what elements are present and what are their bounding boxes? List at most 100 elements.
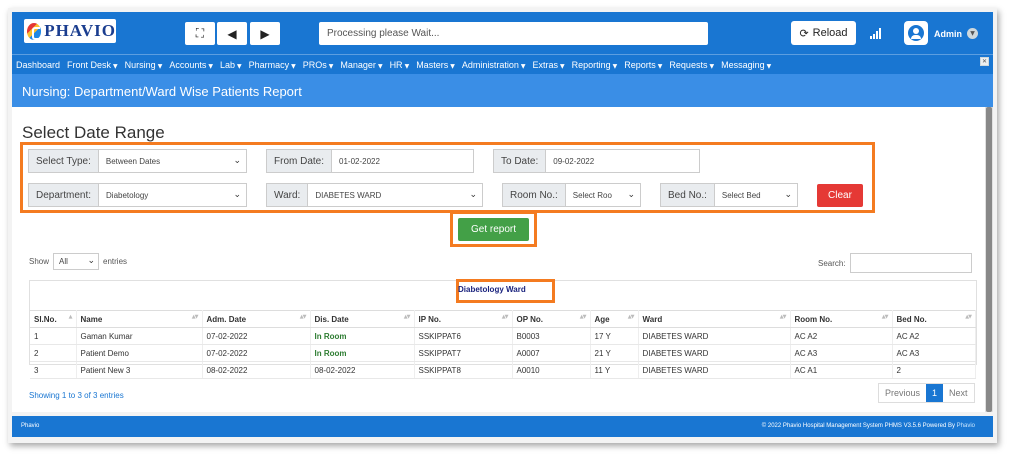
patients-table-container: Diabetology Ward Sl.No. ▲ Name ▲▼ Adm. Dat… [29,279,977,379]
select-type-dropdown[interactable]: Select Type: Between Dates ⌄ [28,149,247,173]
bed-dropdown[interactable]: Bed No.: Select Bed ⌄ [660,183,798,207]
reload-button[interactable]: ⟳ Reload [791,21,856,45]
department-label: Department: [29,184,100,206]
cell-room-no: AC A2 [790,327,893,345]
caret-down-icon: ▼ [520,62,526,70]
column-header[interactable]: Adm. Date ▲▼ [202,310,311,328]
room-text: Select Roo [572,190,612,200]
footer-copyright: © 2022 Phavio Hospital Management System… [762,423,975,429]
cell-sl-no: 1 [30,327,77,345]
ward-caption: Diabetology Ward [458,285,526,294]
arrow-right-icon: ▶ [260,26,270,41]
sort-icon: ▲▼ [881,314,889,320]
menu-hr[interactable]: HR ▼ [390,60,410,70]
search-input[interactable] [849,253,972,273]
caret-down-icon: ▼ [157,62,163,70]
chevron-down-icon: ⌄ [233,156,241,166]
caret-down-icon: ▼ [560,62,565,70]
arrow-left-icon: ◀ [227,26,237,41]
footer-brand-link[interactable]: Phavio [957,423,975,429]
app-window: PHAVIO ⛶ ◀ ▶ Processing please Wait... ⟳… [8,8,997,443]
column-label: OP No. [516,314,544,324]
column-header[interactable]: IP No. ▲▼ [414,310,513,328]
bed-label: Bed No.: [661,184,715,206]
column-header[interactable]: Dis. Date ▲▼ [310,310,415,328]
menu-label: Masters [416,59,449,70]
room-dropdown[interactable]: Room No.: Select Roo ⌄ [502,183,641,207]
to-date-field[interactable]: To Date: 09-02-2022 [493,149,700,173]
menu-messaging[interactable]: Messaging ▼ [721,60,771,70]
ward-dropdown[interactable]: Ward: DIABETES WARD ⌄ [266,183,483,207]
column-header[interactable]: Room No. ▲▼ [790,310,893,328]
column-header[interactable]: Age ▲▼ [590,310,639,328]
menu-extras[interactable]: Extras ▼ [532,60,564,70]
menu-label: Dashboard [16,59,61,70]
page-length-control: Show All ⌄ entries [29,253,127,270]
user-avatar[interactable] [904,21,928,45]
column-header[interactable]: Bed No. ▲▼ [892,310,976,328]
department-dropdown[interactable]: Department: Diabetology ⌄ [28,183,247,207]
section-title: Select Date Range [22,123,165,142]
menu-nursing[interactable]: Nursing ▼ [125,60,163,70]
chevron-down-icon[interactable]: ▼ [967,28,978,39]
back-button[interactable]: ◀ [217,22,247,45]
column-header[interactable]: Sl.No. ▲ [30,310,77,328]
column-label: Age [594,314,610,324]
table-search: Search: [818,253,972,273]
vertical-scrollbar[interactable] [985,107,993,412]
next-page-button[interactable]: Next [943,384,974,402]
cell-ip-no: SSKIPPAT8 [414,361,513,379]
entries-select[interactable]: All ⌄ [53,253,100,270]
logo-text: PHAVIO [44,21,116,40]
pagination: Previous 1 Next [878,383,975,403]
fullscreen-button[interactable]: ⛶ [185,22,215,45]
menu-label: Lab [219,59,235,70]
menu-dashboard[interactable]: Dashboard [16,60,60,70]
to-date-label: To Date: [494,150,547,172]
close-icon[interactable]: ✕ [980,57,989,66]
cell-age: 17 Y [590,327,639,345]
menu-front-desk[interactable]: Front Desk ▼ [67,60,118,70]
column-label: Name [80,314,103,324]
menu-reporting[interactable]: Reporting ▼ [572,60,618,70]
menu-manager[interactable]: Manager ▼ [340,60,382,70]
column-header[interactable]: OP No. ▲▼ [512,310,591,328]
clear-button[interactable]: Clear [817,184,863,207]
page-1-button[interactable]: 1 [926,384,944,402]
caret-down-icon: ▼ [328,62,334,70]
get-report-button[interactable]: Get report [458,218,529,241]
menu-masters[interactable]: Masters ▼ [416,60,455,70]
cell-name: Patient Demo [76,344,203,362]
menu-label: PROs [302,59,327,70]
menu-label: Nursing [124,59,156,70]
menu-reports[interactable]: Reports ▼ [624,60,662,70]
menu-requests[interactable]: Requests ▼ [669,60,714,70]
menu-label: Pharmacy [248,59,290,70]
cell-ward: DIABETES WARD [638,344,791,362]
cell-ip-no: SSKIPPAT6 [414,327,513,345]
sort-icon: ▲▼ [779,314,787,320]
from-date-value: 01-02-2022 [332,150,473,172]
sort-icon: ▲▼ [191,314,199,320]
chevron-down-icon: ⌄ [233,190,241,200]
menu-accounts[interactable]: Accounts ▼ [169,60,213,70]
select-type-value: Between Dates ⌄ [98,150,246,172]
column-header[interactable]: Ward ▲▼ [638,310,791,328]
user-name[interactable]: Admin [934,29,962,39]
cell-ward: DIABETES WARD [638,361,791,379]
previous-page-button[interactable]: Previous [879,384,926,402]
sort-icon: ▲▼ [965,314,972,320]
page-header: Nursing: Department/Ward Wise Patients R… [12,74,993,107]
chevron-down-icon: ⌄ [469,190,477,200]
scrollbar-thumb[interactable] [986,107,992,412]
from-date-field[interactable]: From Date: 01-02-2022 [266,149,474,173]
caret-down-icon: ▼ [657,62,663,70]
caret-down-icon: ▼ [766,62,772,70]
phavio-logo[interactable]: PHAVIO [24,19,116,43]
menu-lab[interactable]: Lab ▼ [220,60,242,70]
menu-administration[interactable]: Administration ▼ [462,60,526,70]
forward-button[interactable]: ▶ [250,22,280,45]
menu-pharmacy[interactable]: Pharmacy ▼ [249,60,296,70]
menu-pros[interactable]: PROs ▼ [303,60,334,70]
column-header[interactable]: Name ▲▼ [76,310,203,328]
